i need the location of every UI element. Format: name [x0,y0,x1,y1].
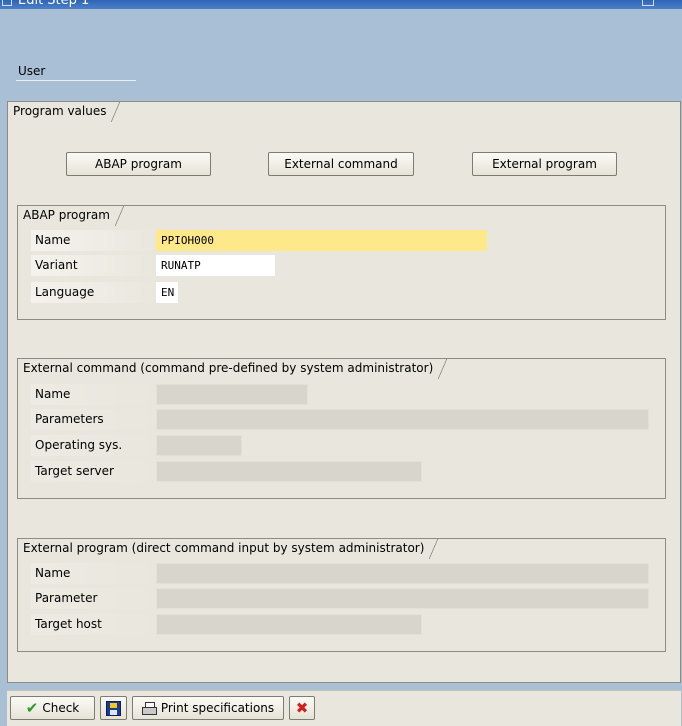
bottom-toolbar: ✔ Check Print specifications ✖ [7,690,681,726]
user-area: User [0,9,682,101]
extprog-name-field [156,563,649,584]
extcmd-target-server-field [156,461,422,482]
extprog-target-host-field [156,614,422,635]
check-button[interactable]: ✔ Check [10,696,95,720]
abap-name-field[interactable]: PPIOH000 [156,230,487,251]
cancel-button[interactable]: ✖ [289,696,315,720]
extcmd-name-field [156,384,308,405]
abap-program-button[interactable]: ABAP program [66,152,211,176]
window-icon [2,0,12,6]
abap-variant-field[interactable]: RUNATP [156,255,275,276]
extcmd-parameters-field [156,409,649,430]
abap-variant-label: Variant [31,255,155,276]
print-button-label: Print specifications [160,701,275,715]
print-icon [141,701,157,715]
checkmark-icon: ✔ [25,698,39,717]
external-program-button[interactable]: External program [472,152,617,176]
external-command-group-title: External command (command pre-defined by… [17,358,448,379]
abap-name-label: Name [31,230,155,251]
extcmd-parameters-label: Parameters [31,409,155,430]
extprog-parameter-field [156,588,649,609]
user-label: User [18,64,46,78]
window-control-icon[interactable] [642,0,654,6]
extcmd-name-label: Name [31,384,155,405]
user-underline [16,80,136,81]
extprog-parameter-label: Parameter [31,588,155,609]
external-program-group-title: External program (direct command input b… [17,538,439,559]
save-icon [106,700,121,716]
print-specifications-button[interactable]: Print specifications [132,696,284,720]
extcmd-operating-sys-label: Operating sys. [31,435,155,456]
extprog-target-host-label: Target host [31,614,155,635]
window-title: Edit Step 1 [18,0,90,8]
extprog-name-label: Name [31,563,155,584]
abap-language-field[interactable]: EN [156,282,178,303]
program-values-title: Program values [7,101,121,122]
check-button-label: Check [42,701,80,715]
save-button[interactable] [100,696,127,720]
extcmd-target-server-label: Target server [31,461,155,482]
window-titlebar: Edit Step 1 [0,0,682,9]
extcmd-operating-sys-field [156,435,242,456]
cancel-icon: ✖ [295,698,309,717]
external-command-button[interactable]: External command [268,152,414,176]
abap-program-group-title: ABAP program [17,205,124,226]
abap-language-label: Language [31,282,155,303]
